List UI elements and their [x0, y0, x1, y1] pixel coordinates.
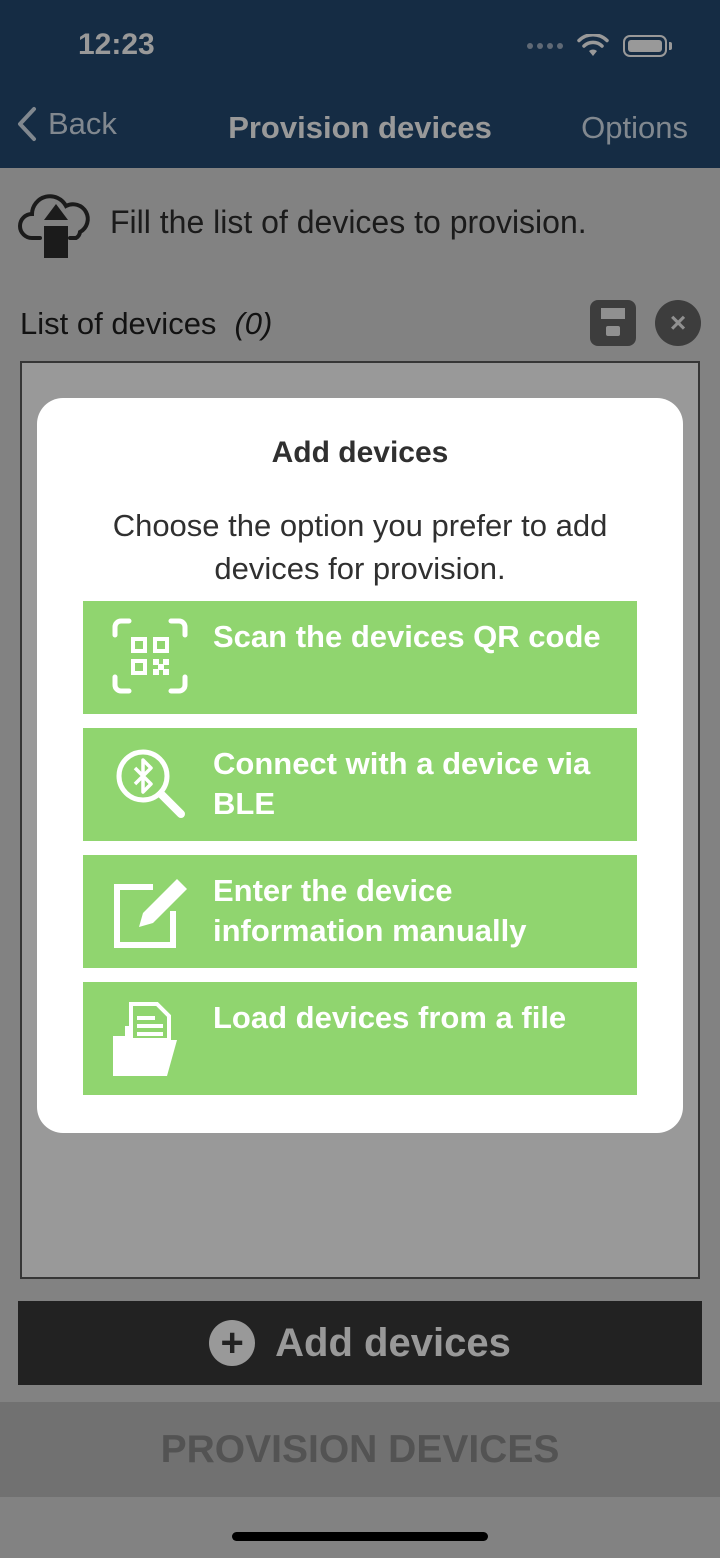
ble-label: Connect with a device via BLE: [213, 746, 591, 821]
add-devices-dialog: Add devices Choose the option you prefer…: [37, 398, 683, 1133]
ble-option[interactable]: Connect with a device via BLE: [83, 728, 637, 841]
bluetooth-search-icon: [116, 749, 185, 818]
dialog-description: Choose the option you prefer to add devi…: [112, 508, 608, 586]
scan-qr-option[interactable]: Scan the devices QR code: [83, 601, 637, 714]
manual-entry-label: Enter the device information manually: [213, 873, 527, 948]
manual-entry-option[interactable]: Enter the device information manually: [83, 855, 637, 968]
edit-icon: [114, 879, 187, 948]
load-file-option[interactable]: Load devices from a file: [83, 982, 637, 1095]
load-file-label: Load devices from a file: [213, 1000, 567, 1035]
dialog-title: Add devices: [271, 436, 449, 469]
file-folder-icon: [113, 1002, 177, 1076]
qr-code-icon: [112, 618, 188, 694]
scan-qr-label: Scan the devices QR code: [213, 619, 601, 654]
